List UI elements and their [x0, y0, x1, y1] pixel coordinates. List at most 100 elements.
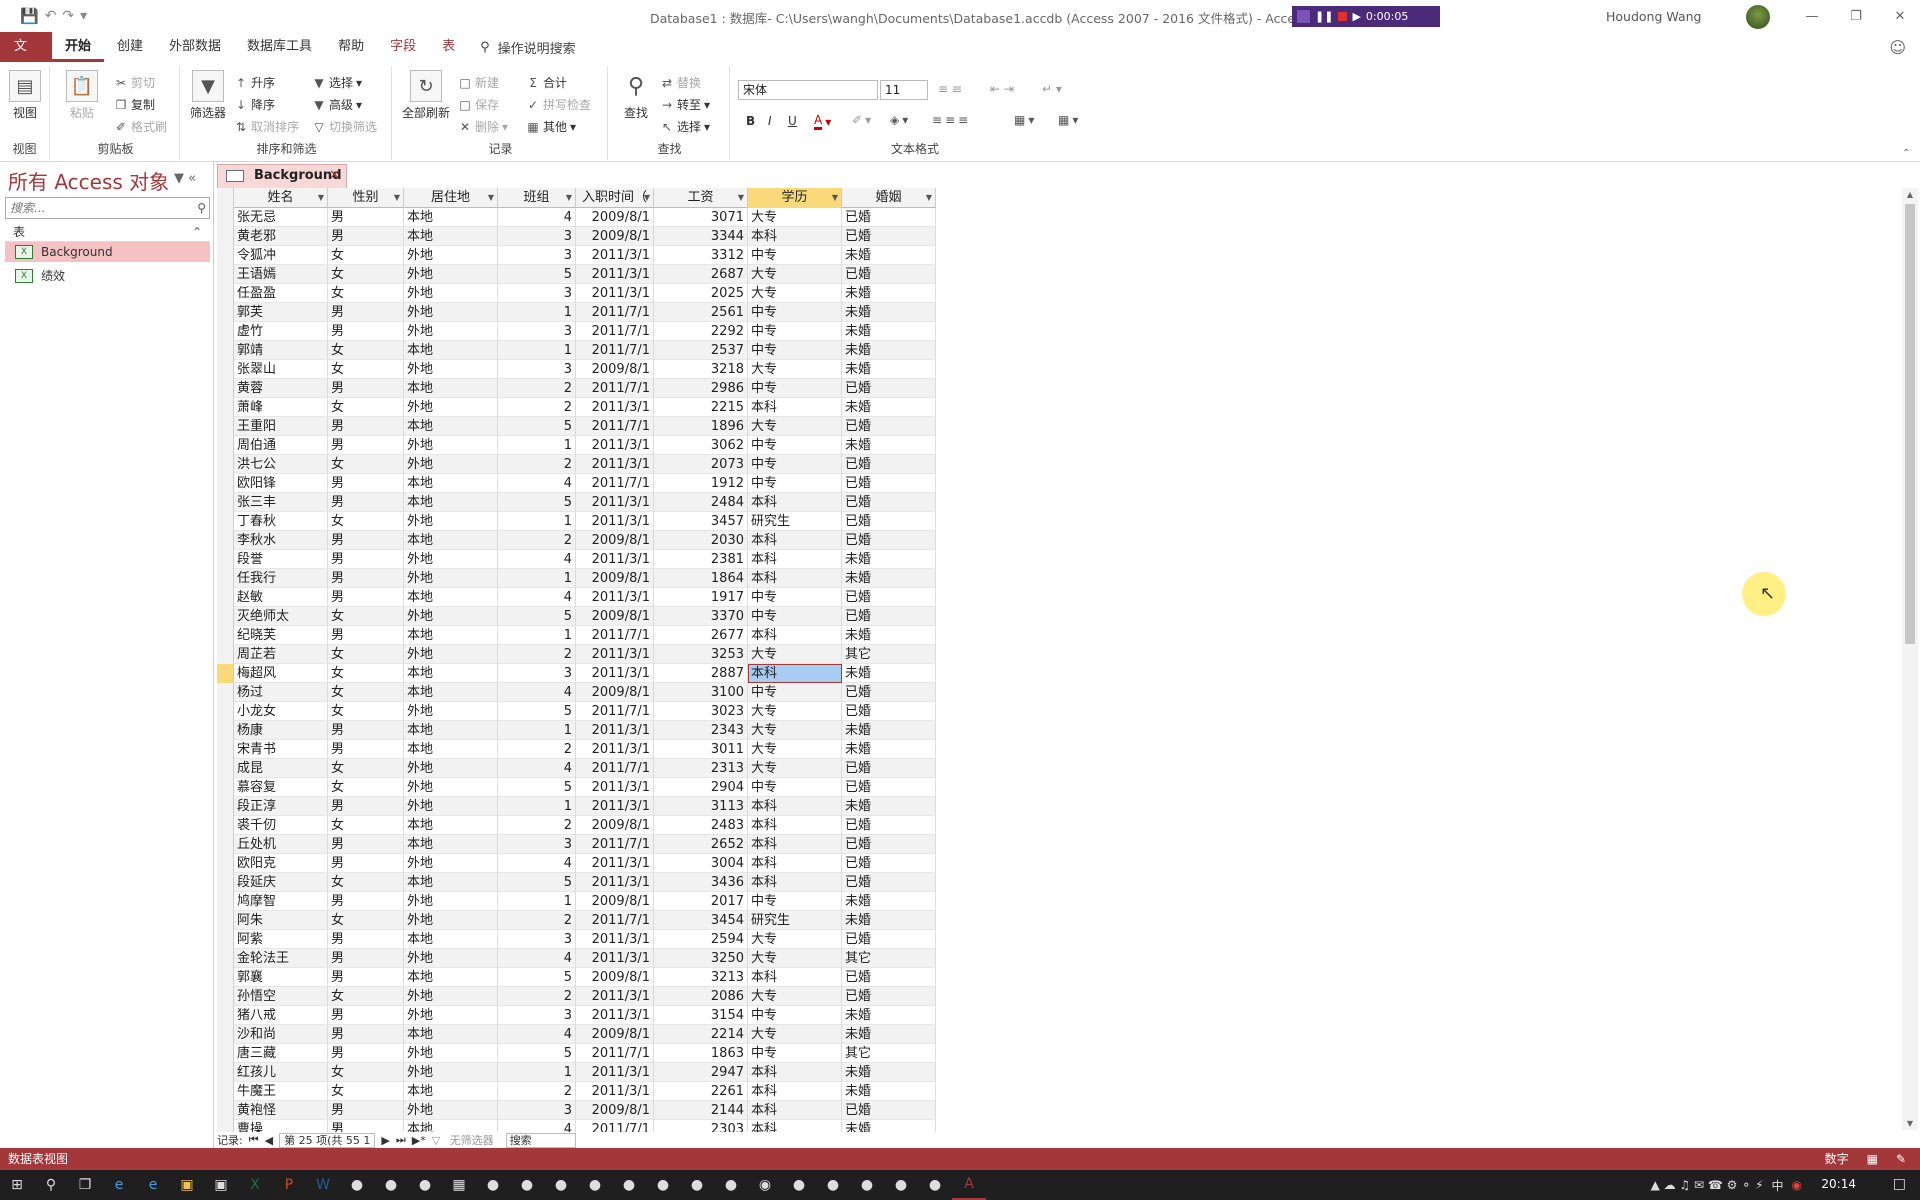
cell-residence[interactable]: 外地: [404, 759, 498, 778]
cell-hire-date[interactable]: 2011/3/1: [576, 664, 654, 683]
avatar[interactable]: [1746, 5, 1770, 29]
datasheet-view-icon[interactable]: ▦: [1867, 1148, 1878, 1170]
cell-education[interactable]: 本科: [748, 816, 842, 835]
cell-gender[interactable]: 女: [328, 778, 404, 797]
cell-gender[interactable]: 男: [328, 740, 404, 759]
feedback-smiley-icon[interactable]: ☺: [1889, 38, 1906, 57]
cell-education[interactable]: 本科: [748, 531, 842, 550]
cell-hire-date[interactable]: 2011/3/1: [576, 284, 654, 303]
row-selector[interactable]: [217, 816, 234, 835]
cell-name[interactable]: 丘处机: [234, 835, 328, 854]
nav-group-tables[interactable]: 表 ⌃: [5, 222, 210, 242]
cell-residence[interactable]: 外地: [404, 569, 498, 588]
more-button[interactable]: ▦ 其他 ▾: [526, 118, 576, 135]
cell-residence[interactable]: 外地: [404, 265, 498, 284]
table-row[interactable]: 欧阳克男外地 4 2011/3/1 3004 本科 已婚: [217, 854, 936, 873]
cell-team[interactable]: 4: [498, 854, 576, 873]
tab-fields[interactable]: 字段: [377, 32, 429, 62]
row-selector[interactable]: [217, 227, 234, 246]
cell-salary[interactable]: 2343: [654, 721, 748, 740]
cell-name[interactable]: 阿紫: [234, 930, 328, 949]
table-row[interactable]: 任我行男外地 1 2009/8/1 1864 本科 未婚: [217, 569, 936, 588]
cell-residence[interactable]: 本地: [404, 531, 498, 550]
format-painter-button[interactable]: ✐ 格式刷: [114, 118, 167, 135]
cell-name[interactable]: 王重阳: [234, 417, 328, 436]
cell-hire-date[interactable]: 2009/8/1: [576, 360, 654, 379]
table-row[interactable]: 赵敏男本地 4 2011/3/1 1917 中专 已婚: [217, 588, 936, 607]
cell-name[interactable]: 段延庆: [234, 873, 328, 892]
row-selector[interactable]: [217, 588, 234, 607]
column-filter-dropdown-icon[interactable]: ▼: [738, 188, 744, 208]
cell-team[interactable]: 5: [498, 1044, 576, 1063]
cell-education[interactable]: 大专: [748, 721, 842, 740]
cell-team[interactable]: 4: [498, 759, 576, 778]
cell-gender[interactable]: 女: [328, 341, 404, 360]
cell-gender[interactable]: 男: [328, 322, 404, 341]
table-row[interactable]: 黄老邪男本地 3 2009/8/1 3344 本科 已婚: [217, 227, 936, 246]
cell-hire-date[interactable]: 2011/3/1: [576, 1006, 654, 1025]
cell-salary[interactable]: 3004: [654, 854, 748, 873]
table-row[interactable]: 段延庆女本地 5 2011/3/1 3436 本科 已婚: [217, 873, 936, 892]
cell-salary[interactable]: 2677: [654, 626, 748, 645]
cell-hire-date[interactable]: 2011/7/1: [576, 702, 654, 721]
cell-name[interactable]: 猪八戒: [234, 1006, 328, 1025]
cell-name[interactable]: 张翠山: [234, 360, 328, 379]
user-name[interactable]: Houdong Wang: [1606, 9, 1701, 24]
cell-education[interactable]: 本科: [748, 493, 842, 512]
cell-residence[interactable]: 外地: [404, 987, 498, 1006]
replace-button[interactable]: ⇄ 替换: [660, 74, 701, 91]
cell-education[interactable]: 中专: [748, 588, 842, 607]
app-icon-15[interactable]: ●: [884, 1170, 918, 1200]
cell-name[interactable]: 鸠摩智: [234, 892, 328, 911]
app-icon-13[interactable]: ●: [816, 1170, 850, 1200]
prev-record-icon[interactable]: ◀: [265, 1134, 273, 1147]
cell-residence[interactable]: 本地: [404, 227, 498, 246]
cell-team[interactable]: 1: [498, 1063, 576, 1082]
new-record-button[interactable]: □ 新建: [458, 74, 499, 91]
cell-salary[interactable]: 3113: [654, 797, 748, 816]
cell-team[interactable]: 1: [498, 626, 576, 645]
table-row[interactable]: 王重阳男本地 5 2011/7/1 1896 大专 已婚: [217, 417, 936, 436]
table-row[interactable]: 萧峰女外地 2 2011/3/1 2215 本科 未婚: [217, 398, 936, 417]
cell-salary[interactable]: 2215: [654, 398, 748, 417]
tray-icons[interactable]: ▲ ☁ ♫ ✉ ☎ ⚙ ⚬ ⚡: [1651, 1178, 1764, 1192]
row-selector[interactable]: [217, 1063, 234, 1082]
cell-salary[interactable]: 2381: [654, 550, 748, 569]
row-selector[interactable]: [217, 911, 234, 930]
table-row[interactable]: 洪七公女外地 2 2011/3/1 2073 中专 已婚: [217, 455, 936, 474]
cell-marital[interactable]: 已婚: [842, 379, 936, 398]
underline-button[interactable]: U: [788, 114, 797, 128]
search-icon[interactable]: ⚲: [34, 1170, 68, 1200]
row-selector[interactable]: [217, 531, 234, 550]
undo-icon[interactable]: ↶: [45, 8, 57, 24]
redo-icon[interactable]: ↷: [62, 8, 74, 24]
cell-education[interactable]: 中专: [748, 341, 842, 360]
cell-gender[interactable]: 男: [328, 835, 404, 854]
cell-name[interactable]: 黄蓉: [234, 379, 328, 398]
cell-marital[interactable]: 已婚: [842, 778, 936, 797]
row-selector[interactable]: [217, 1044, 234, 1063]
cell-residence[interactable]: 本地: [404, 930, 498, 949]
cell-salary[interactable]: 3370: [654, 607, 748, 626]
cell-salary[interactable]: 3154: [654, 1006, 748, 1025]
cell-marital[interactable]: 未婚: [842, 911, 936, 930]
cell-residence[interactable]: 本地: [404, 341, 498, 360]
row-selector[interactable]: [217, 683, 234, 702]
recorder-stop-icon[interactable]: [1338, 12, 1348, 21]
table-row[interactable]: 阿朱女外地 2 2011/7/1 3454 研究生 未婚: [217, 911, 936, 930]
cell-residence[interactable]: 本地: [404, 474, 498, 493]
table-row[interactable]: 裘千仞女本地 2 2009/8/1 2483 本科 已婚: [217, 816, 936, 835]
cell-marital[interactable]: 已婚: [842, 683, 936, 702]
cell-education[interactable]: 研究生: [748, 512, 842, 531]
cell-salary[interactable]: 2687: [654, 265, 748, 284]
recorder-menu-icon[interactable]: [1297, 10, 1310, 23]
cell-name[interactable]: 红孩儿: [234, 1063, 328, 1082]
cell-salary[interactable]: 2947: [654, 1063, 748, 1082]
next-record-icon[interactable]: ▶: [381, 1134, 389, 1147]
cell-education[interactable]: 中专: [748, 1044, 842, 1063]
cell-gender[interactable]: 女: [328, 398, 404, 417]
save-icon[interactable]: 💾: [20, 7, 39, 25]
cell-residence[interactable]: 本地: [404, 816, 498, 835]
cell-gender[interactable]: 男: [328, 721, 404, 740]
cell-salary[interactable]: 3011: [654, 740, 748, 759]
